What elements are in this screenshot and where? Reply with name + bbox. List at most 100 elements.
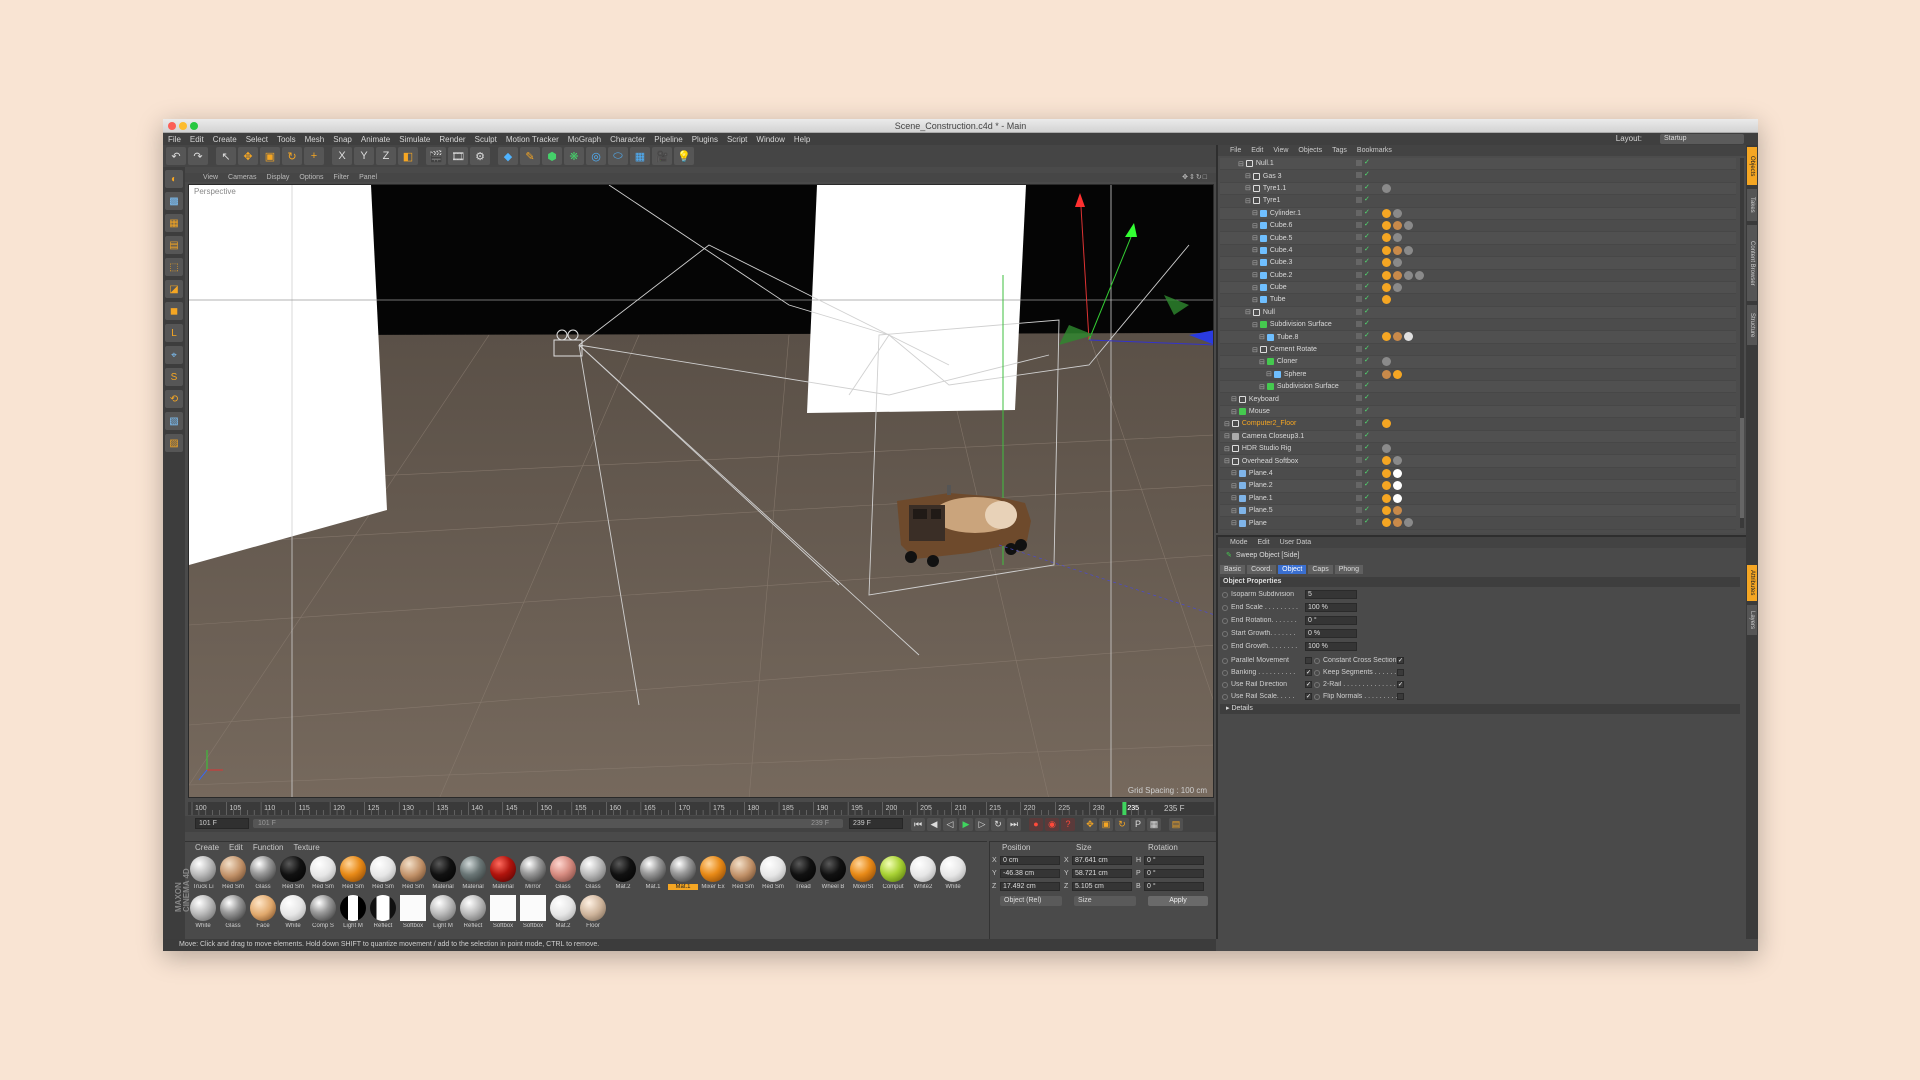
enabled-check-icon[interactable]: ✓ xyxy=(1364,171,1370,178)
menu-help[interactable]: Help xyxy=(794,135,810,144)
object-row[interactable]: ⊟ Cube ✓ xyxy=(1220,281,1736,295)
visibility-flags[interactable]: ✓ xyxy=(1356,432,1370,439)
layer-flag[interactable] xyxy=(1356,383,1362,390)
material-swatch[interactable]: Mirror xyxy=(518,856,548,895)
visibility-flags[interactable]: ✓ xyxy=(1356,209,1370,216)
perspective-viewport[interactable]: Perspective Grid Spacing : 100 cm xyxy=(188,184,1214,798)
visibility-flags[interactable]: ✓ xyxy=(1356,283,1370,290)
object-name[interactable]: HDR Studio Rig xyxy=(1242,445,1291,452)
tree-expander-icon[interactable]: ⊟ xyxy=(1231,395,1237,403)
attr-field-input[interactable]: 5 xyxy=(1305,590,1357,599)
object-row[interactable]: ⊟ Tube.8 ✓ xyxy=(1220,331,1736,344)
viewport-menu-view[interactable]: View xyxy=(203,174,218,181)
layer-flag[interactable] xyxy=(1356,444,1362,451)
enabled-check-icon[interactable]: ✓ xyxy=(1364,283,1370,290)
coordinate-mode-select[interactable]: Object (Rel) xyxy=(1000,896,1062,906)
layer-flag[interactable] xyxy=(1356,333,1362,340)
attr-checkbox[interactable]: ✓ xyxy=(1397,681,1404,688)
tree-expander-icon[interactable]: ⊟ xyxy=(1245,197,1251,205)
enabled-check-icon[interactable]: ✓ xyxy=(1364,196,1370,203)
details-group-toggle[interactable]: ▸ Details xyxy=(1220,704,1740,714)
render-settings-icon[interactable]: ⚙ xyxy=(470,147,490,165)
rotation-b-field[interactable]: 0 ° xyxy=(1144,882,1204,891)
tweak-mode-icon[interactable]: ⌖ xyxy=(165,346,183,364)
material-tag-icon[interactable] xyxy=(1382,481,1391,491)
size-mode-select[interactable]: Size xyxy=(1074,896,1136,906)
material-swatch[interactable]: White2 xyxy=(908,856,938,895)
material-swatch[interactable]: Softbox xyxy=(488,895,518,934)
material-tag-icon[interactable] xyxy=(1382,282,1391,292)
material-menu-edit[interactable]: Edit xyxy=(229,843,243,852)
material-swatch[interactable]: Red Sm xyxy=(218,856,248,895)
visibility-flags[interactable]: ✓ xyxy=(1356,506,1370,513)
material-swatch[interactable]: Red Sm xyxy=(338,856,368,895)
visibility-flags[interactable]: ✓ xyxy=(1356,246,1370,253)
material-tag-icon[interactable] xyxy=(1393,245,1402,255)
material-tag-icon[interactable] xyxy=(1393,208,1402,218)
object-row[interactable]: ⊟ Overhead Softbox ✓ xyxy=(1220,455,1736,468)
material-swatch[interactable]: Comput xyxy=(878,856,908,895)
object-name[interactable]: Plane.1 xyxy=(1249,495,1273,502)
render-view-icon[interactable]: 🎬 xyxy=(426,147,446,165)
side-tab-structure[interactable]: Structure xyxy=(1747,305,1757,345)
rotation-h-field[interactable]: 0 ° xyxy=(1144,856,1204,865)
attr-tab-caps[interactable]: Caps xyxy=(1308,565,1333,574)
object-name[interactable]: Camera Closeup3.1 xyxy=(1242,433,1304,440)
layer-flag[interactable] xyxy=(1356,395,1362,402)
material-tag-icon[interactable] xyxy=(1382,183,1391,193)
timeline-playhead[interactable] xyxy=(1122,802,1127,815)
enabled-check-icon[interactable]: ✓ xyxy=(1364,209,1370,216)
object-list-scroll-thumb[interactable] xyxy=(1740,418,1744,518)
enabled-check-icon[interactable]: ✓ xyxy=(1364,233,1370,240)
material-swatch[interactable]: Wheel B xyxy=(818,856,848,895)
visibility-flags[interactable]: ✓ xyxy=(1356,221,1370,228)
key-scale-icon[interactable]: ▣ xyxy=(1099,818,1113,831)
visibility-flags[interactable]: ✓ xyxy=(1356,394,1370,402)
menu-mesh[interactable]: Mesh xyxy=(305,135,325,144)
object-name[interactable]: Plane.5 xyxy=(1249,507,1273,514)
previous-frame-icon[interactable]: ◁ xyxy=(943,818,957,831)
enabled-check-icon[interactable]: ✓ xyxy=(1364,494,1370,501)
enabled-check-icon[interactable]: ✓ xyxy=(1364,419,1370,426)
material-swatch[interactable]: Mixer Ex xyxy=(698,856,728,895)
object-name[interactable]: Tube xyxy=(1270,296,1286,303)
material-tag-icon[interactable] xyxy=(1382,357,1391,367)
menu-window[interactable]: Window xyxy=(756,135,784,144)
record-keys-icon[interactable]: ● xyxy=(1029,818,1043,831)
material-tag-icon[interactable] xyxy=(1393,332,1402,342)
size-x-field[interactable]: 87.641 cm xyxy=(1072,856,1132,865)
key-rotation-icon[interactable]: ↻ xyxy=(1115,818,1129,831)
material-tag-icon[interactable] xyxy=(1382,518,1391,528)
object-name[interactable]: Cube.5 xyxy=(1270,235,1293,242)
tree-expander-icon[interactable]: ⊟ xyxy=(1231,519,1237,527)
animate-radio-icon[interactable] xyxy=(1222,630,1228,637)
visibility-flags[interactable]: ✓ xyxy=(1356,382,1370,390)
enabled-check-icon[interactable]: ✓ xyxy=(1364,444,1370,451)
enabled-check-icon[interactable]: ✓ xyxy=(1364,184,1370,191)
object-row[interactable]: ⊟ Null ✓ xyxy=(1220,306,1736,320)
material-tag-icon[interactable] xyxy=(1382,419,1391,429)
model-mode-icon[interactable]: ▩ xyxy=(165,192,183,210)
object-name[interactable]: Tube.8 xyxy=(1277,334,1299,341)
layer-flag[interactable] xyxy=(1356,308,1362,315)
material-swatch[interactable]: Material xyxy=(488,856,518,895)
layer-flag[interactable] xyxy=(1356,345,1362,352)
visibility-flags[interactable]: ✓ xyxy=(1356,407,1370,414)
material-tag-icon[interactable] xyxy=(1393,505,1402,515)
layer-flag[interactable] xyxy=(1356,321,1362,328)
material-tag-icon[interactable] xyxy=(1382,270,1391,280)
layer-flag[interactable] xyxy=(1356,209,1362,216)
am-menu-edit[interactable]: Edit xyxy=(1258,539,1270,546)
animate-radio-icon[interactable] xyxy=(1222,681,1228,688)
material-menu-texture[interactable]: Texture xyxy=(294,843,320,852)
layer-flag[interactable] xyxy=(1356,184,1362,191)
layer-flag[interactable] xyxy=(1356,259,1362,266)
workplane-icon[interactable]: ▤ xyxy=(165,236,183,254)
object-row[interactable]: ⊟ Plane.1 ✓ xyxy=(1220,493,1736,505)
object-row[interactable]: ⊟ Keyboard ✓ xyxy=(1220,393,1736,406)
tree-expander-icon[interactable]: ⊟ xyxy=(1252,246,1258,254)
object-row[interactable]: ⊟ Sphere ✓ xyxy=(1220,369,1736,382)
size-z-field[interactable]: 5.105 cm xyxy=(1072,882,1132,891)
om-menu-tags[interactable]: Tags xyxy=(1332,147,1347,154)
menu-tools[interactable]: Tools xyxy=(277,135,296,144)
